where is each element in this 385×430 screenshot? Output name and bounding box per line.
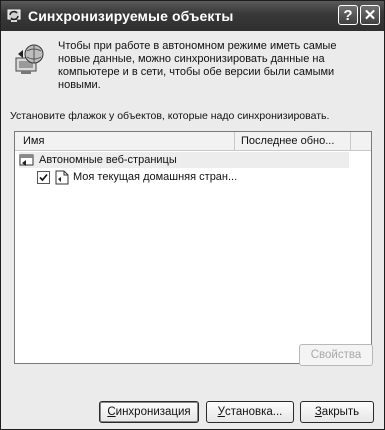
instruction-label: Установите флажок у объектов, которые на… xyxy=(10,110,330,122)
synchronize-button[interactable]: Синхронизация xyxy=(99,401,199,423)
help-icon: ? xyxy=(343,6,353,24)
sync-globe-icon xyxy=(15,44,44,74)
properties-button-label: Свойства xyxy=(310,349,362,361)
column-header-last-updated[interactable]: Последнее обно... xyxy=(235,132,351,150)
window-title: Синхронизируемые объекты xyxy=(28,8,234,24)
offline-pages-icon xyxy=(19,154,34,166)
checkmark-icon xyxy=(39,173,48,181)
setup-mnemonic: У xyxy=(217,406,225,418)
item-label: Моя текущая домашняя стран... xyxy=(73,171,238,183)
close-icon: ✕ xyxy=(363,7,377,24)
properties-button[interactable]: Свойства xyxy=(299,344,373,366)
sync-items-list[interactable]: Имя Последнее обно... Автономные веб-стр… xyxy=(14,131,372,364)
column-header-name[interactable]: Имя xyxy=(15,132,235,150)
dialog-body: Чтобы при работе в автономном режиме име… xyxy=(1,31,384,429)
web-page-icon xyxy=(55,170,69,184)
list-item[interactable]: Моя текущая домашняя стран... xyxy=(37,169,237,185)
title-bar[interactable]: Синхронизируемые объекты ? ✕ xyxy=(1,1,384,31)
list-group-row[interactable]: Автономные веб-страницы xyxy=(19,152,349,168)
help-button[interactable]: ? xyxy=(338,5,358,25)
close-label: акрыть xyxy=(321,406,360,418)
item-checkbox[interactable] xyxy=(37,170,50,184)
close-button[interactable]: Закрыть xyxy=(300,401,374,423)
sync-app-icon xyxy=(7,9,21,22)
group-label: Автономные веб-страницы xyxy=(39,154,177,166)
setup-button[interactable]: Установка... xyxy=(206,401,294,423)
intro-text: Чтобы при работе в автономном режиме име… xyxy=(58,40,337,91)
list-header: Имя Последнее обно... xyxy=(15,132,371,151)
close-mnemonic: З xyxy=(314,406,322,418)
sync-label: инхронизация xyxy=(115,406,191,418)
close-window-button[interactable]: ✕ xyxy=(360,5,380,25)
sync-mnemonic: С xyxy=(107,406,116,418)
sync-dialog: Синхронизируемые объекты ? ✕ Чтобы при р… xyxy=(0,0,385,430)
setup-label: становка... xyxy=(224,406,283,418)
